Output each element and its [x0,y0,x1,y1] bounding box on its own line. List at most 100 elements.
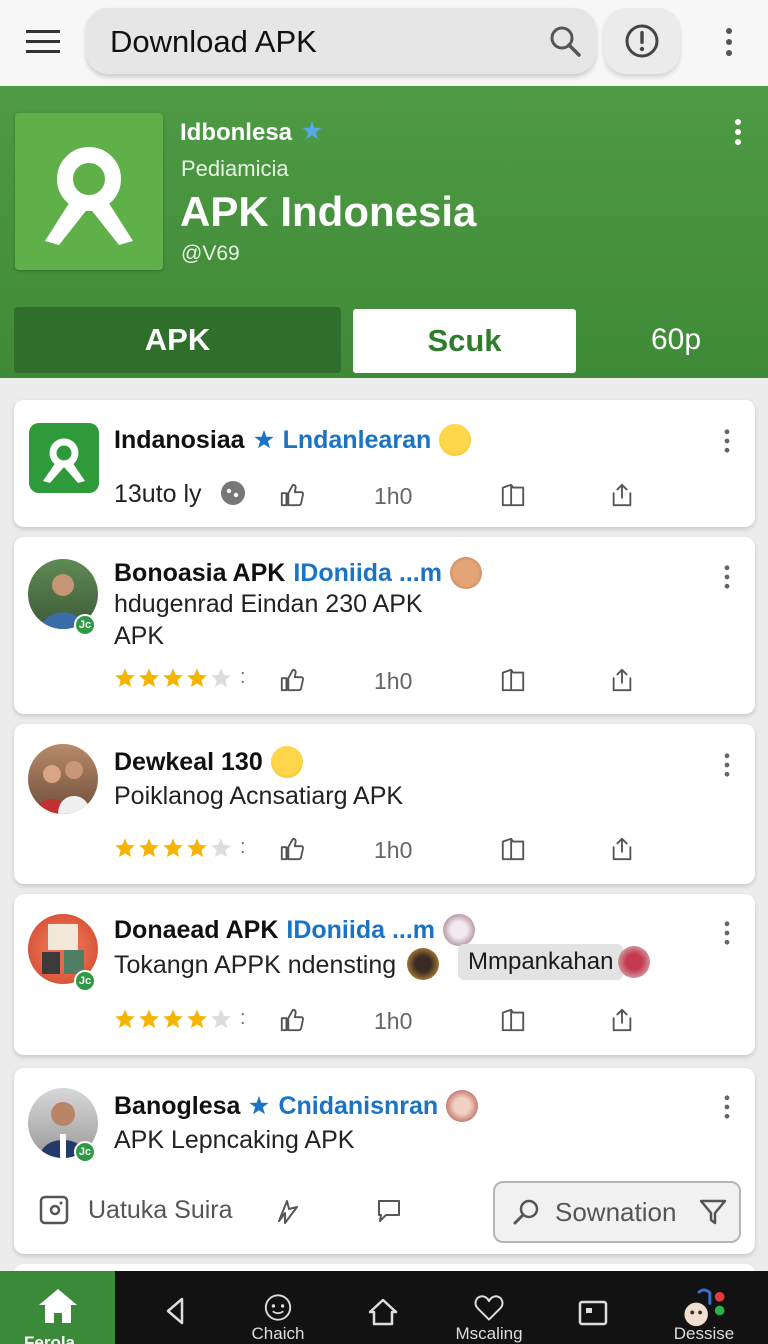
more-vert-icon[interactable] [717,918,737,948]
menu-icon[interactable] [22,24,66,60]
more-vert-icon[interactable] [717,1092,737,1122]
cloud-sticker-icon [443,914,476,946]
post-card[interactable]: Jc Donaead APK IDoniida ...m Tokangn APP… [14,894,755,1055]
star-icon [138,667,160,689]
bookmark-icon[interactable] [498,1005,528,1035]
more-vert-icon[interactable] [714,22,744,62]
post-author[interactable]: Dewkeal 130 [114,748,263,777]
share-icon[interactable] [607,1005,637,1035]
tab-apk[interactable]: APK [14,307,341,373]
bookmark-icon[interactable] [498,834,528,864]
star-rating: : [114,666,246,689]
like-icon[interactable] [277,834,307,864]
nav-item-recents[interactable] [576,1271,610,1344]
post-body: 13uto ly [114,480,202,508]
flower-sticker-icon [618,946,650,978]
share-icon[interactable] [607,480,637,510]
search-bar[interactable]: Download APK [86,8,596,74]
post-count: 1h0 [374,668,413,694]
home-outline-icon [368,1298,398,1326]
filter-icon [700,1199,727,1225]
star-empty-icon [210,1008,232,1030]
star-icon [138,1008,160,1030]
more-vert-icon[interactable] [717,426,737,456]
search-query[interactable]: Download APK [110,24,317,60]
post-tag[interactable]: IDoniida ...m [286,916,435,945]
alert-icon [625,24,659,58]
star-icon [186,1008,208,1030]
nav-label: Ferola [24,1333,76,1344]
like-icon[interactable] [277,665,307,695]
profile-header: Idbonlesa Pediamicia APK Indonesia @V69 … [0,86,768,378]
profile-title: APK Indonesia [180,188,477,235]
post-card[interactable]: Indanosiaa Lndanlearan 13uto ly 1h0 [14,400,755,527]
verified-icon [302,120,322,140]
nav-label: Mscaling [455,1324,523,1343]
post-card[interactable]: Jc Banoglesa Cnidanisnran APK Lepncaking… [14,1068,755,1254]
post-body: APK [114,622,165,650]
star-icon [162,667,184,689]
emoji-icon [439,424,472,456]
post-author[interactable]: Donaead APK [114,916,278,945]
person-sticker-icon [446,1090,479,1122]
comment-icon[interactable] [374,1196,404,1226]
tab-scuk[interactable]: Scuk [353,309,576,373]
like-icon[interactable] [277,480,307,510]
nav-item-back[interactable] [160,1271,190,1344]
sparkle-icon[interactable] [272,1196,302,1226]
post-author[interactable]: Banoglesa [114,1092,240,1121]
home-icon [39,1289,77,1323]
post-count: 1h0 [374,1008,413,1034]
more-vert-icon[interactable] [717,750,737,780]
star-icon [162,837,184,859]
star-icon [114,667,136,689]
post-tag[interactable]: Cnidanisnran [278,1092,438,1121]
sownation-button[interactable]: Sownation [493,1181,741,1243]
fox-sticker-icon [449,557,482,589]
post-body: Poiklanog Acnsatiarg APK [114,782,404,810]
like-icon[interactable] [277,1005,307,1035]
post-tag[interactable]: IDoniida ...m [293,559,442,588]
share-icon[interactable] [607,834,637,864]
search-icon [513,1199,539,1225]
star-rating: : [114,1007,246,1030]
profile-subtitle: Pediamicia [181,156,289,181]
post-author[interactable]: Bonoasia APK [114,559,285,588]
bookmark-icon[interactable] [498,665,528,695]
nav-item-chat[interactable]: Chaich [240,1271,316,1344]
post-body: hdugenrad Eindan 230 APK [114,590,423,618]
alert-button[interactable] [604,8,680,74]
app-logo [15,113,163,270]
post-card[interactable]: Jc Bonoasia APK IDoniida ...m hdugenrad … [14,537,755,714]
image-icon[interactable] [38,1194,70,1226]
bookmark-icon[interactable] [498,480,528,510]
nav-item-profile[interactable]: Dessise [664,1271,744,1344]
share-icon[interactable] [607,665,637,695]
post-author[interactable]: Indanosiaa [114,426,245,455]
post-count: 1h0 [374,483,413,509]
tag-chip[interactable]: Mmpankahan [458,944,624,980]
star-empty-icon [210,667,232,689]
verified-icon [248,1095,270,1117]
post-card[interactable]: Dewkeal 130 Poiklanog Acnsatiarg APK : 1… [14,724,755,884]
star-icon [114,1008,136,1030]
tab-60p[interactable]: 60p [606,307,746,373]
bottom-nav: Ferola Chaich Mscaling Dessise [0,1271,768,1344]
more-vert-icon[interactable] [717,562,737,592]
star-icon [114,837,136,859]
post-tag[interactable]: Lndanlearan [283,426,432,455]
profile-name: Idbonlesa [180,119,323,147]
person-sticker-icon [407,948,440,980]
compose-input[interactable]: Uatuka Suira [88,1196,233,1225]
avatar[interactable] [28,744,98,814]
heart-icon [474,1295,504,1321]
nav-item-home[interactable]: Ferola [0,1271,115,1344]
nav-item-home-outline[interactable] [366,1271,400,1344]
search-icon[interactable] [548,24,584,60]
nav-item-favorites[interactable]: Mscaling [450,1271,528,1344]
post-count: 1h0 [374,837,413,863]
more-vert-icon[interactable] [726,116,750,148]
star-icon [138,837,160,859]
gamepad-icon [220,481,245,505]
status-badge: Jc [74,1141,96,1163]
